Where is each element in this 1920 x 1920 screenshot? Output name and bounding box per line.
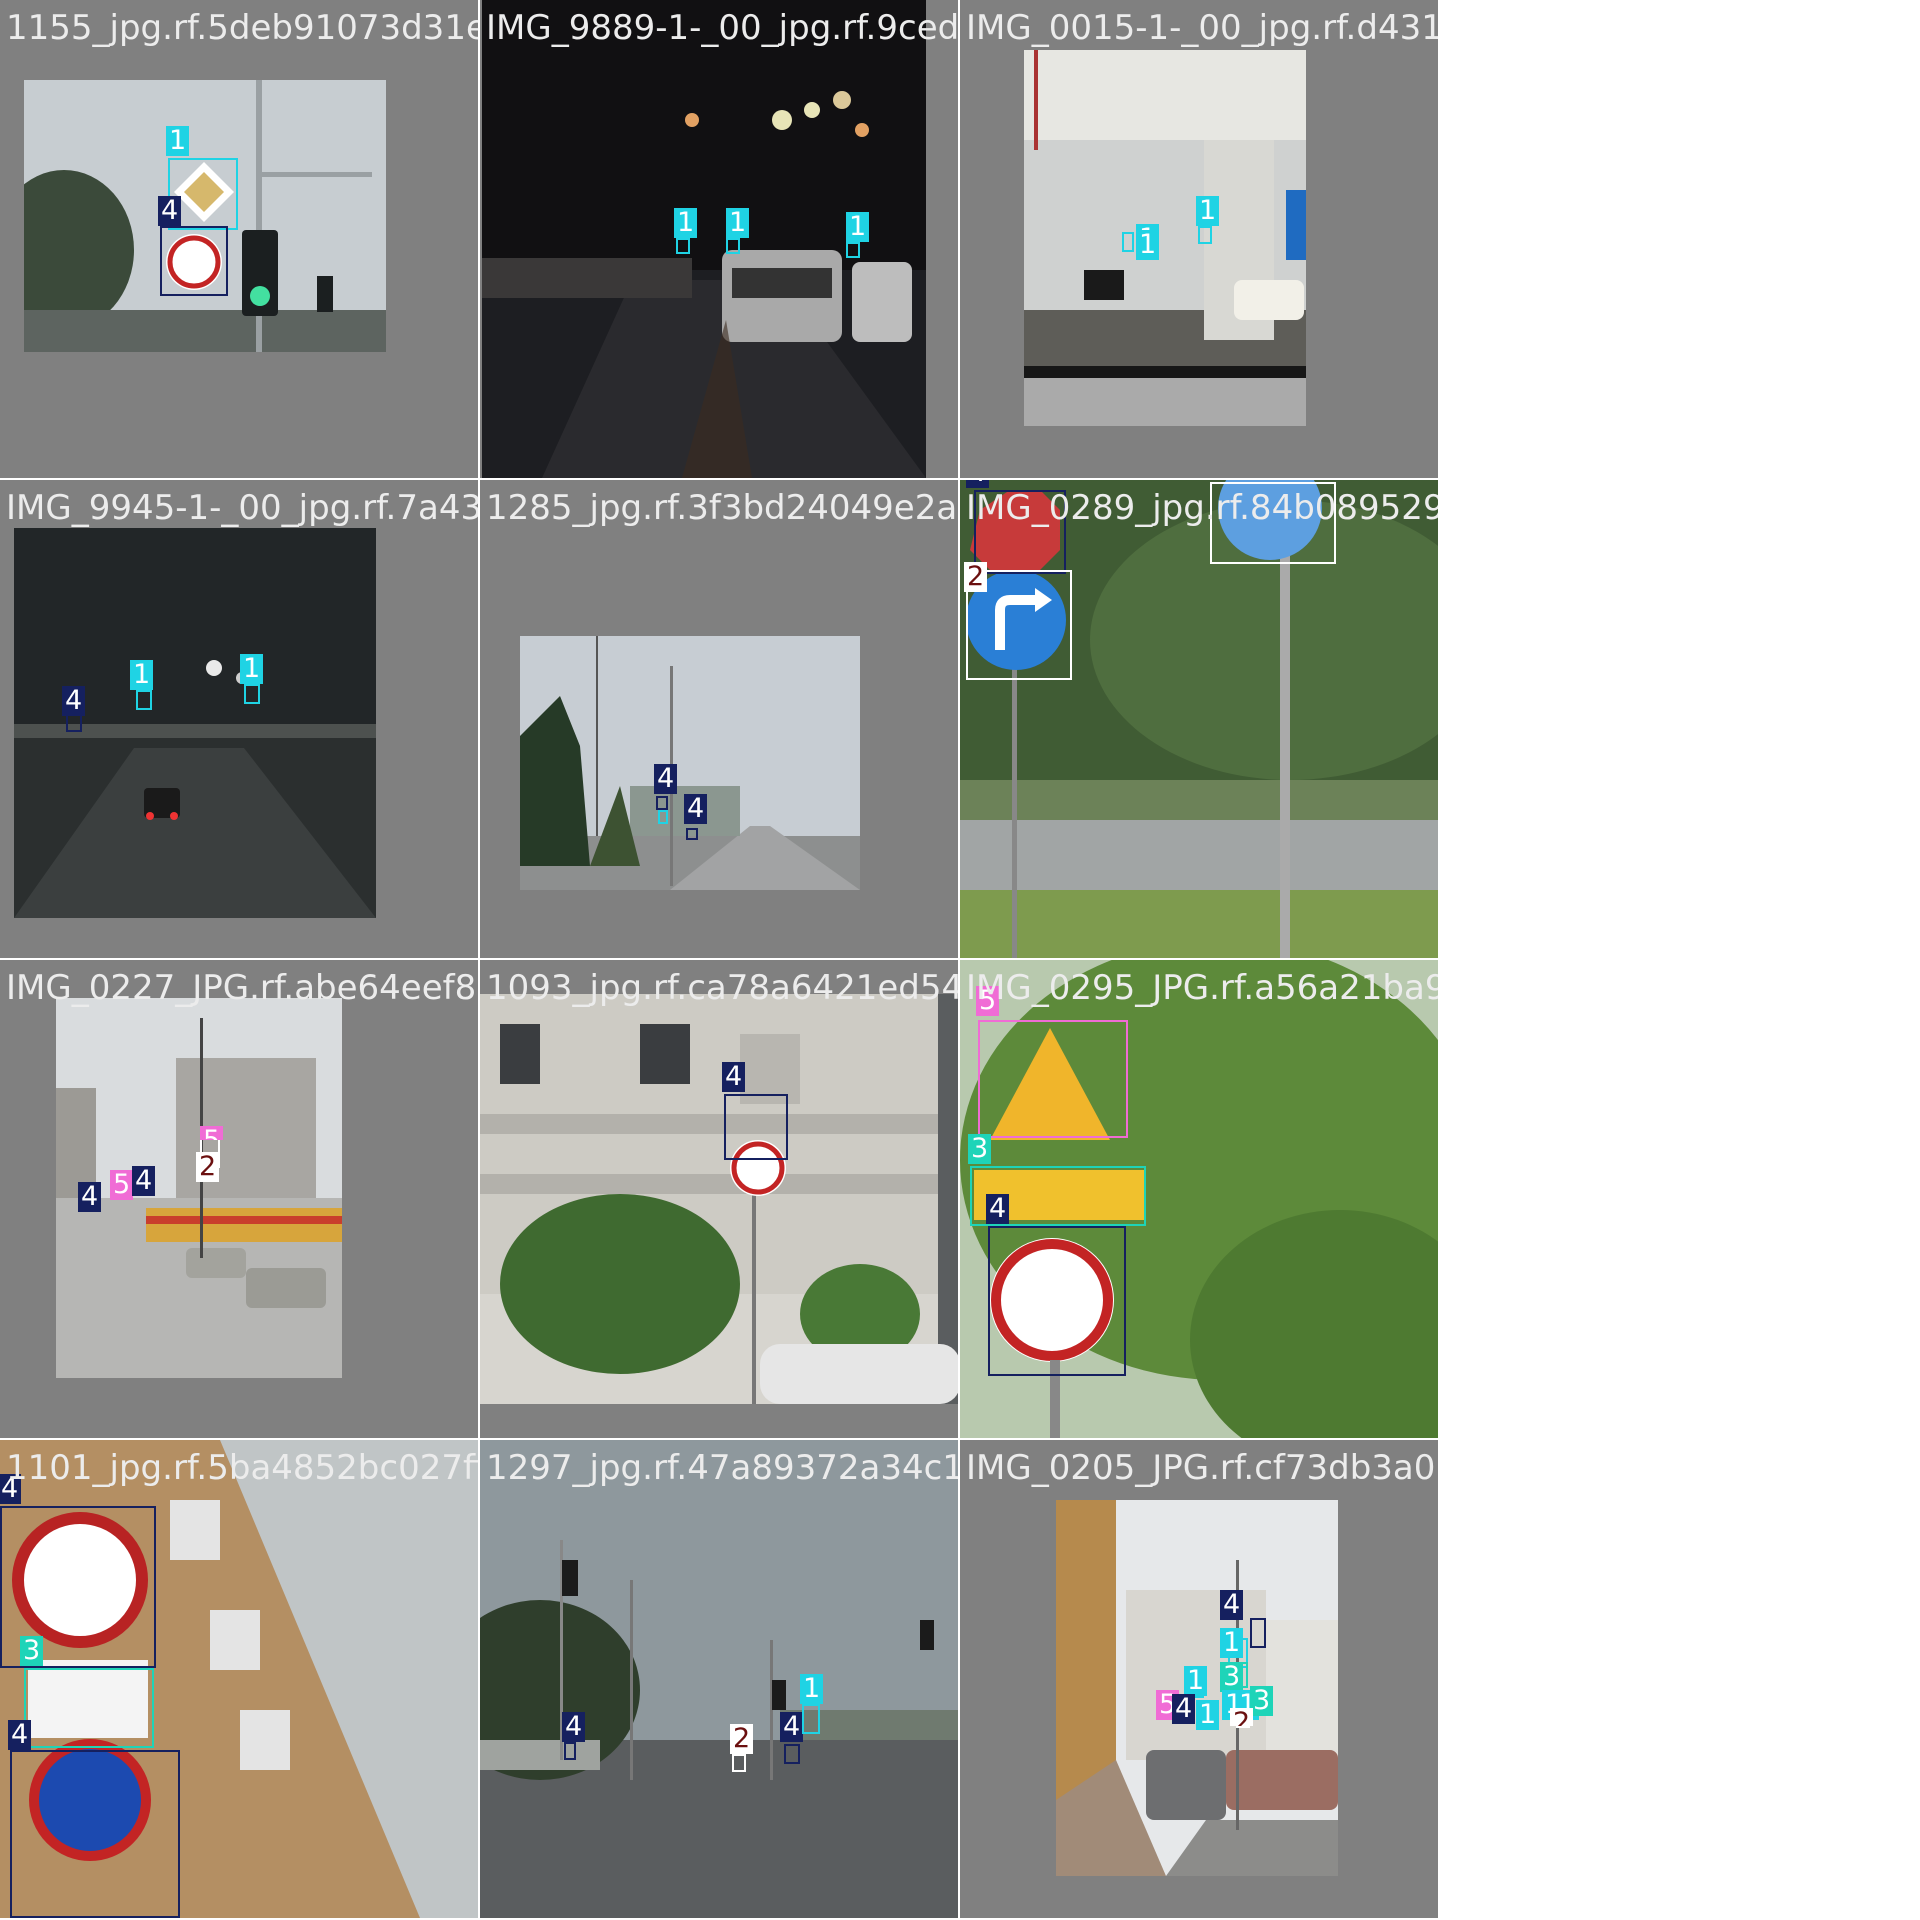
bbox-4 bbox=[656, 796, 668, 810]
tile-caption: 1155_jpg.rf.5deb91073d31e9261e5839618130 bbox=[6, 8, 478, 48]
bbox-label-3: 3 bbox=[20, 1636, 44, 1666]
bbox-4 bbox=[974, 490, 1066, 574]
tile-1285: 4 4 1285_jpg.rf.3f3bd24049e2a8f1ff5 bbox=[480, 480, 958, 958]
tile-img-9889: 1 1 1 IMG_9889-1-_00_jpg.rf.9ced1b290a5c… bbox=[480, 0, 958, 478]
bbox-label-4: 4 bbox=[780, 1712, 804, 1742]
tile-1297: 4 2 4 1 1297_jpg.rf.47a89372a34c19d bbox=[480, 1440, 958, 1918]
tile-caption: IMG_0015-1-_00_jpg.rf.d431da1cd16270b95a bbox=[966, 8, 1438, 48]
bbox-label-1: 1 bbox=[166, 126, 190, 156]
tile-img-0015: 1 1 1 IMG_0015-1-_00_jpg.rf.d431da1cd162… bbox=[960, 0, 1438, 478]
bbox-4 bbox=[10, 1750, 180, 1918]
bbox-label-4: 4 bbox=[1220, 1590, 1244, 1620]
bbox-4 bbox=[564, 1742, 576, 1760]
photo bbox=[480, 1440, 958, 1918]
bbox-3 bbox=[24, 1668, 154, 1748]
bbox-4 bbox=[66, 714, 82, 732]
bbox-1 bbox=[1198, 226, 1212, 244]
bbox-4 bbox=[724, 1094, 788, 1160]
bbox-label-2: 2 bbox=[964, 562, 988, 592]
tile-1155: 1 4 1155_jpg.rf.5deb91073d31e9261e583961… bbox=[0, 0, 478, 478]
bbox-label-5: 5 bbox=[110, 1170, 134, 1200]
bbox-label-4: 4 bbox=[722, 1062, 746, 1092]
bbox-label-4: 4 bbox=[1172, 1694, 1196, 1724]
bbox-label-1: 1 bbox=[240, 654, 264, 684]
bbox-label-4: 4 bbox=[78, 1182, 102, 1212]
photo bbox=[520, 636, 860, 890]
tile-caption: IMG_9945-1-_00_jpg.rf.7a43b281d3291f97ab… bbox=[6, 488, 478, 528]
photo bbox=[480, 994, 958, 1404]
bbox-label-1: 1 bbox=[846, 212, 870, 242]
bbox-label-1: 1 bbox=[726, 208, 750, 238]
bbox-label-4: 4 bbox=[132, 1166, 156, 1196]
tile-img-0289: 4 2 2 IMG_0289_jpg.rf.84b089529cfa78edf8… bbox=[960, 480, 1438, 958]
bbox-label-4: 4 bbox=[562, 1712, 586, 1742]
bbox-1 bbox=[244, 684, 260, 704]
bbox-4 bbox=[1250, 1618, 1266, 1648]
bbox-label-4: 4 bbox=[654, 764, 678, 794]
bbox-label-4: 4 bbox=[986, 1194, 1010, 1224]
bbox-4 bbox=[988, 1226, 1126, 1376]
bbox-label-4: 4 bbox=[62, 686, 86, 716]
bbox-1 bbox=[846, 242, 860, 258]
tile-img-0205: 4 1 3 1 5 4 1 1 1 3 2 IMG_0205_JPG.rf.cf… bbox=[960, 1440, 1438, 1918]
bbox-label-2: 2 bbox=[1230, 1708, 1254, 1726]
bbox-label-5: 5 bbox=[200, 1126, 224, 1140]
bbox-2 bbox=[732, 1754, 746, 1772]
bbox-label-1: 1 bbox=[1220, 1628, 1244, 1658]
bbox-label-1: 1 bbox=[1196, 196, 1220, 226]
bbox-label-3: 3 bbox=[968, 1134, 992, 1164]
bbox-4 bbox=[160, 226, 228, 296]
mosaic-grid: 1 4 1155_jpg.rf.5deb91073d31e9261e583961… bbox=[0, 0, 1440, 1920]
tile-caption: IMG_0205_JPG.rf.cf73db3a07dff1eecec3832c bbox=[966, 1448, 1438, 1488]
bbox-4 bbox=[784, 1744, 800, 1764]
bbox-5 bbox=[978, 1020, 1128, 1138]
grid-separator bbox=[0, 958, 1440, 960]
grid-separator bbox=[1438, 0, 1440, 1920]
bbox-1 bbox=[136, 690, 152, 710]
bbox-2 bbox=[1210, 482, 1336, 564]
bbox-label-1: 1 bbox=[800, 1674, 824, 1704]
bbox-label-1: 1 bbox=[130, 660, 154, 690]
bbox-label-2: 2 bbox=[730, 1724, 754, 1754]
bbox-label-1: 1 bbox=[1196, 1700, 1220, 1730]
bbox-label-3: 3 bbox=[1220, 1662, 1244, 1692]
bbox-label-4: 4 bbox=[966, 480, 990, 488]
grid-separator bbox=[958, 0, 960, 1920]
bbox-label-1: 1 bbox=[1136, 230, 1160, 260]
photo bbox=[1024, 50, 1306, 426]
tile-1101: 4 3 4 1101_jpg.rf.5ba4852bc027ff9f bbox=[0, 1440, 478, 1918]
bbox-label-2: 2 bbox=[196, 1152, 220, 1182]
bbox-4 bbox=[686, 828, 698, 840]
bbox-1 bbox=[658, 810, 668, 824]
bbox-label-1: 1 bbox=[674, 208, 698, 238]
bbox-label-1: 1 bbox=[1184, 1666, 1208, 1696]
grid-separator bbox=[478, 0, 480, 1920]
bbox-label-4: 4 bbox=[0, 1474, 22, 1504]
bbox-label-3: 3 bbox=[1250, 1686, 1274, 1716]
bbox-label-4: 4 bbox=[158, 196, 182, 226]
bbox-1 bbox=[1122, 232, 1134, 252]
tile-1093: 4 1093_jpg.rf.ca78a6421ed5474035 bbox=[480, 960, 958, 1438]
bbox-label-4: 4 bbox=[8, 1720, 32, 1750]
grid-separator bbox=[0, 478, 1440, 480]
bbox-1 bbox=[676, 238, 690, 254]
bbox-1 bbox=[726, 238, 740, 254]
bbox-label-4: 4 bbox=[684, 794, 708, 824]
bbox-1 bbox=[802, 1704, 820, 1734]
tile-img-9945: 1 1 4 IMG_9945-1-_00_jpg.rf.7a43b281d329… bbox=[0, 480, 478, 958]
tile-img-0295: 5 3 4 IMG_0295_JPG.rf.a56a21ba9056067d9d… bbox=[960, 960, 1438, 1438]
grid-separator bbox=[0, 1438, 1440, 1440]
bbox-label-5: 5 bbox=[976, 986, 1000, 1016]
tile-img-0227: 2 5 4 5 4 IMG_0227_JPG.rf.abe64eef803972… bbox=[0, 960, 478, 1438]
tile-caption: 1285_jpg.rf.3f3bd24049e2a8f1ff5 bbox=[486, 488, 958, 528]
